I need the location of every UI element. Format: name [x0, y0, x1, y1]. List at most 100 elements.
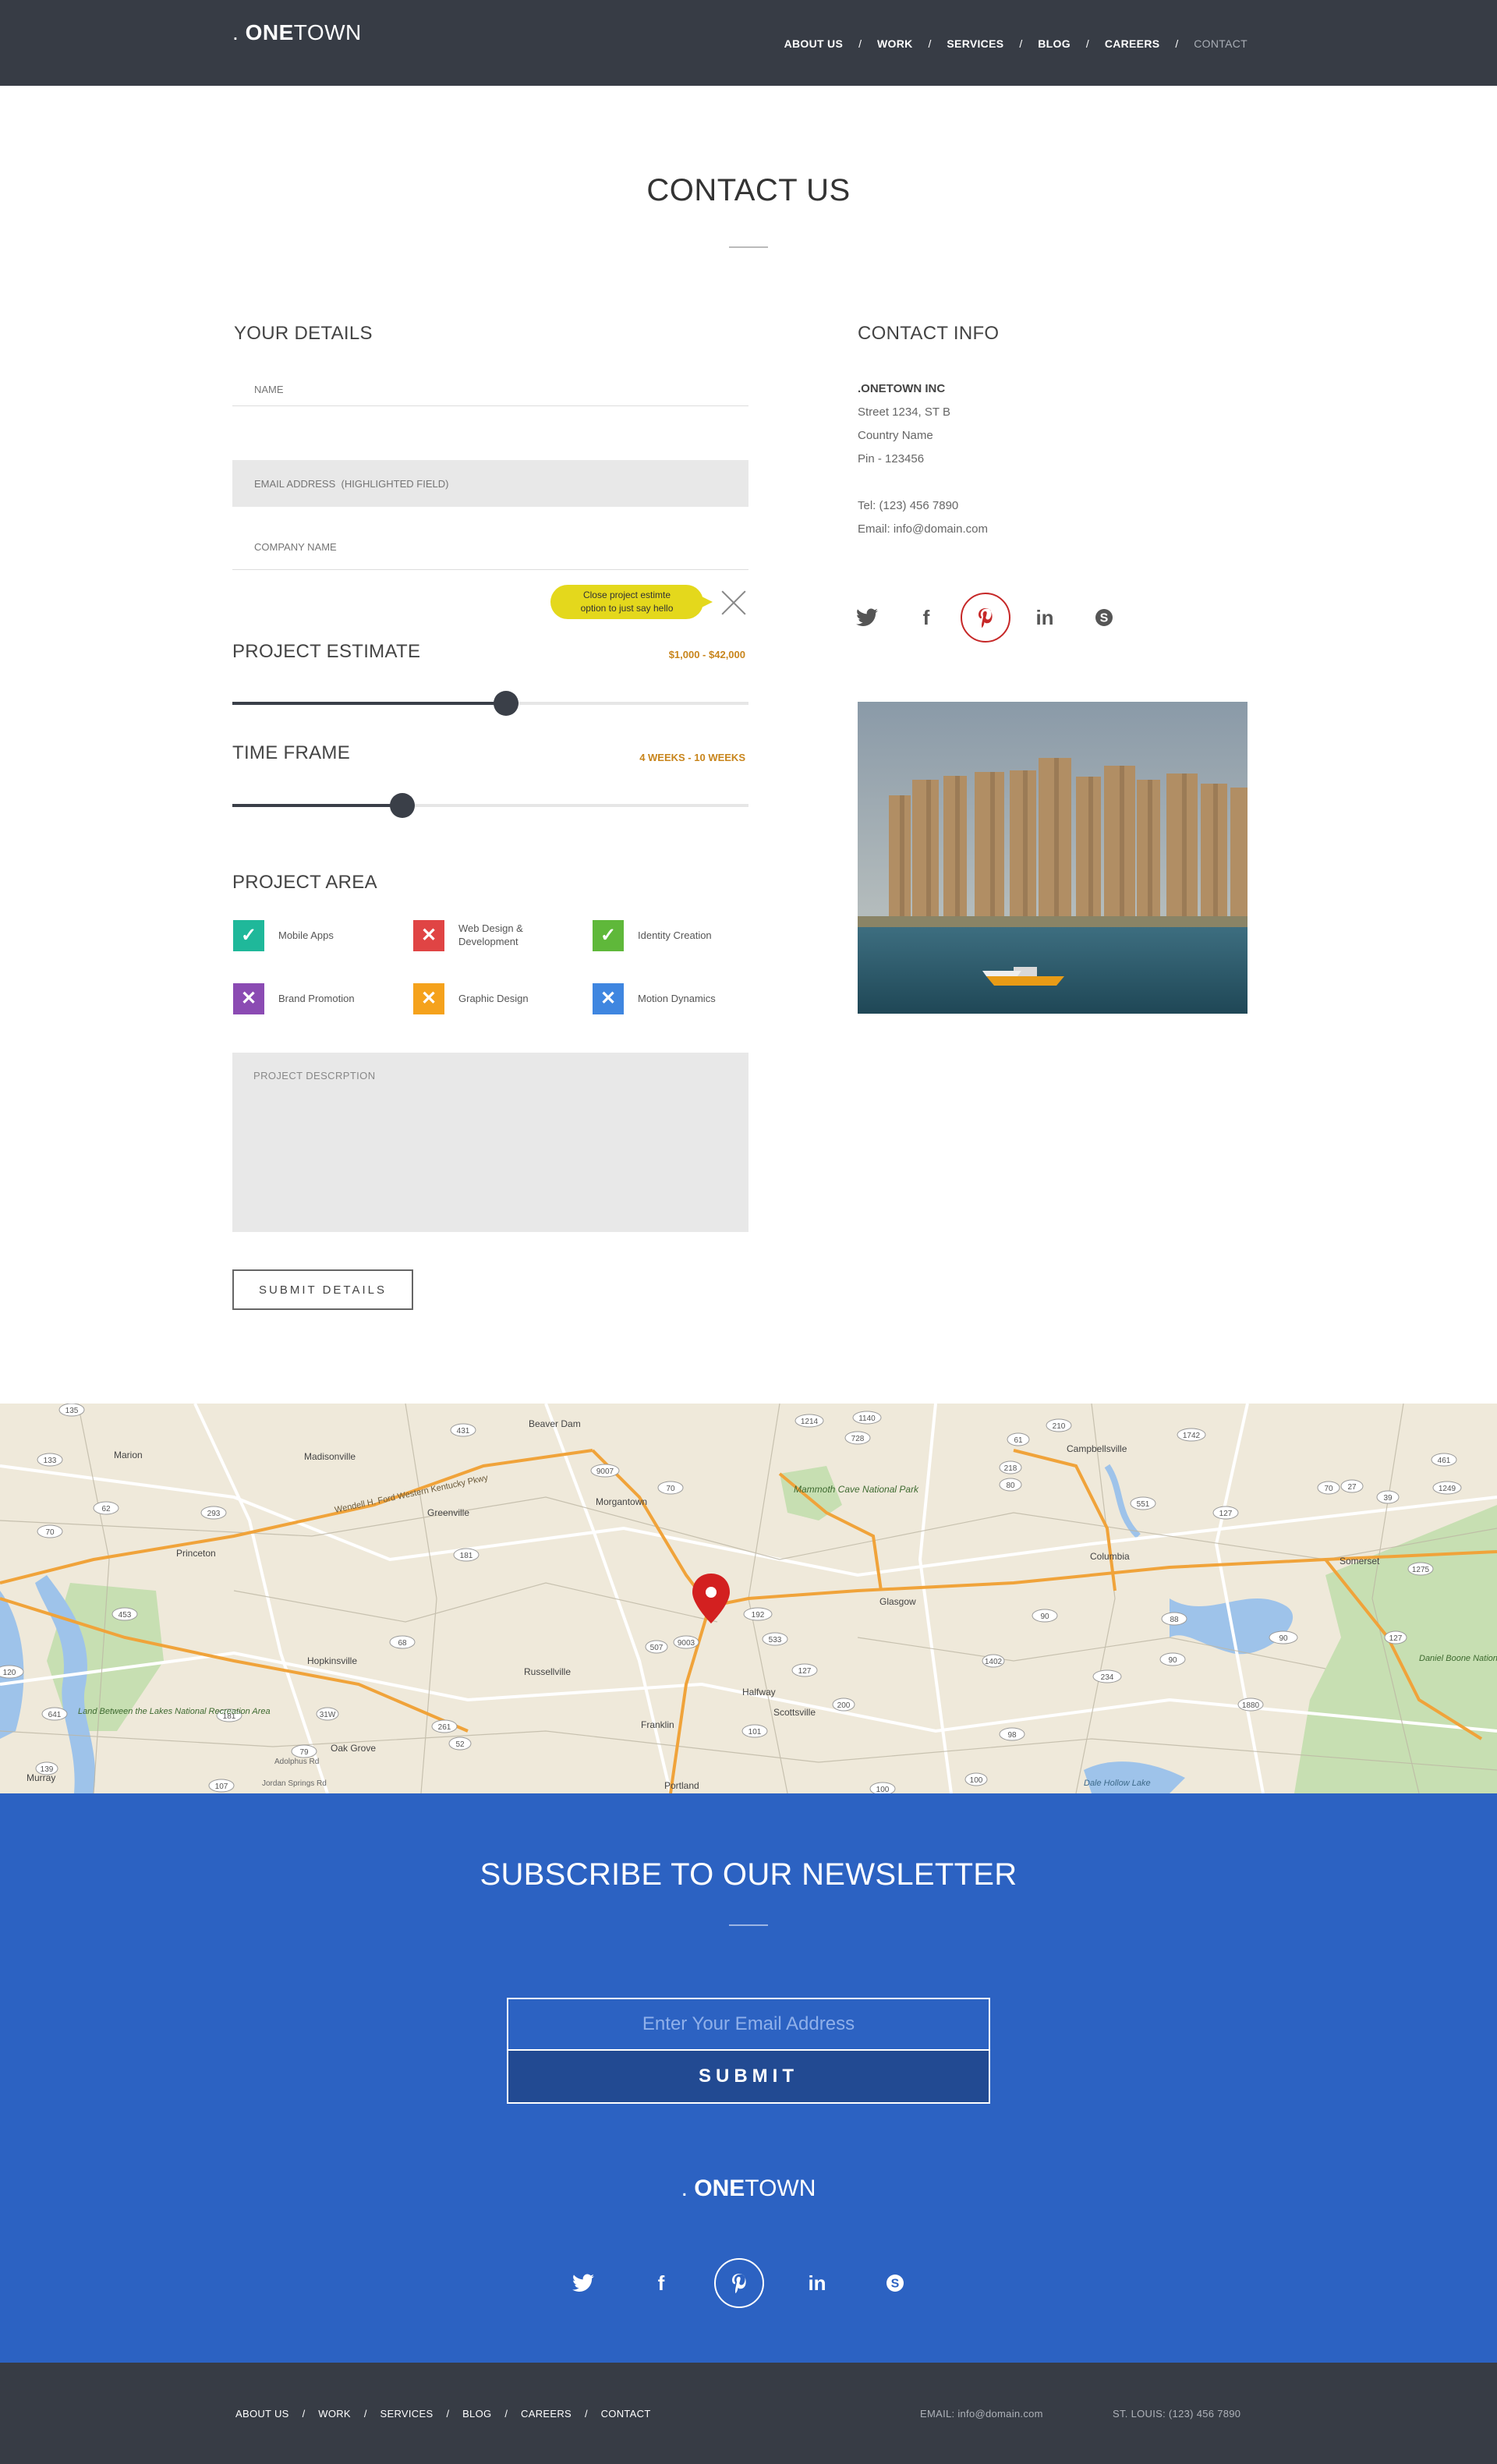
route-label: 90 — [1168, 1656, 1177, 1665]
estimate-slider-knob[interactable] — [493, 691, 518, 716]
tooltip-line-2: option to just say hello — [580, 603, 674, 614]
nav-contact[interactable]: CONTACT — [1194, 37, 1248, 50]
map-place-label: Portland — [664, 1780, 699, 1791]
map-place-label: Somerset — [1340, 1556, 1380, 1567]
footer-email[interactable]: EMAIL: info@domain.com — [920, 2408, 1043, 2420]
nav-work[interactable]: WORK — [877, 37, 913, 50]
footer-nav-work[interactable]: WORK — [318, 2408, 351, 2420]
map-place-label: Oak Grove — [331, 1743, 376, 1754]
company-field[interactable] — [232, 532, 748, 561]
logo-bold: ONE — [245, 20, 294, 44]
map-place-label: Glasgow — [879, 1596, 916, 1607]
name-underline — [232, 405, 748, 406]
pinterest-icon[interactable] — [714, 2258, 764, 2308]
route-label: 31W — [320, 1711, 336, 1719]
timeframe-slider[interactable] — [232, 793, 748, 818]
footer-nav-separator: / — [363, 2408, 367, 2420]
mobile-apps-checkbox[interactable]: ✓ — [233, 920, 264, 951]
nav-separator: / — [1085, 37, 1089, 50]
map-place-label: Dale Hollow Lake — [1084, 1779, 1151, 1788]
facebook-icon[interactable]: f — [901, 593, 951, 643]
route-label: 39 — [1383, 1494, 1393, 1503]
route-label: 62 — [101, 1505, 111, 1513]
nav-services[interactable]: SERVICES — [947, 37, 1003, 50]
route-label: 120 — [3, 1669, 16, 1677]
contact-social-links: f in S — [842, 593, 1138, 643]
pinterest-icon[interactable] — [961, 593, 1010, 643]
route-label: 90 — [1279, 1634, 1288, 1643]
nav-careers[interactable]: CAREERS — [1105, 37, 1160, 50]
linkedin-icon[interactable]: in — [1020, 593, 1070, 643]
motion-dynamics-checkbox[interactable]: ✕ — [593, 983, 624, 1014]
contact-details: Tel: (123) 456 7890 Email: info@domain.c… — [858, 494, 988, 541]
skype-icon[interactable]: S — [1079, 593, 1129, 643]
footer-nav: ABOUT US / WORK / SERVICES / BLOG / CARE… — [235, 2408, 651, 2420]
route-label: 234 — [1101, 1673, 1114, 1682]
street: Street 1234, ST B — [858, 405, 950, 419]
map-place-label: Russellville — [524, 1666, 571, 1677]
brand-promotion-label: Brand Promotion — [278, 993, 355, 1004]
route-label: 61 — [1014, 1436, 1023, 1445]
route-label: 68 — [398, 1639, 407, 1648]
location-map[interactable]: 135 133 70 453 641 62 293 431 181 9007 7… — [0, 1404, 1497, 1793]
site-footer: ABOUT US / WORK / SERVICES / BLOG / CARE… — [0, 2363, 1497, 2464]
email-field[interactable] — [232, 468, 748, 499]
nav-blog[interactable]: BLOG — [1038, 37, 1071, 50]
estimate-slider[interactable] — [232, 691, 748, 716]
newsletter-submit-button[interactable]: SUBMIT — [507, 2049, 990, 2104]
route-label: 135 — [65, 1407, 79, 1415]
newsletter-email-field[interactable] — [507, 1998, 990, 2049]
brand-promotion-checkbox[interactable]: ✕ — [233, 983, 264, 1014]
logo-light: TOWN — [293, 20, 362, 44]
route-label: 210 — [1053, 1422, 1066, 1431]
route-label: 461 — [1438, 1457, 1451, 1465]
cross-icon: ✕ — [420, 988, 437, 1009]
contact-address: .ONETOWN INC Street 1234, ST B Country N… — [858, 377, 950, 471]
footer-nav-contact[interactable]: CONTACT — [601, 2408, 651, 2420]
telephone[interactable]: Tel: (123) 456 7890 — [858, 494, 988, 518]
project-description-placeholder: PROJECT DESCRPTION — [253, 1070, 376, 1082]
check-icon: ✓ — [600, 925, 617, 946]
nav-separator: / — [858, 37, 862, 50]
map-place-label: Adolphus Rd — [274, 1758, 319, 1766]
twitter-icon[interactable] — [842, 593, 892, 643]
route-label: 88 — [1170, 1616, 1179, 1624]
email[interactable]: Email: info@domain.com — [858, 518, 988, 541]
route-label: 507 — [650, 1644, 664, 1652]
web-design-checkbox[interactable]: ✕ — [413, 920, 444, 951]
footer-nav-careers[interactable]: CAREERS — [521, 2408, 572, 2420]
identity-creation-checkbox[interactable]: ✓ — [593, 920, 624, 951]
route-label: 70 — [45, 1528, 55, 1537]
linkedin-icon[interactable]: in — [792, 2258, 842, 2308]
timeframe-slider-fill — [232, 804, 403, 807]
nav-about-us[interactable]: ABOUT US — [784, 37, 844, 50]
map-place-label: Hopkinsville — [307, 1655, 357, 1666]
cross-icon: ✕ — [600, 988, 617, 1009]
motion-dynamics-label: Motion Dynamics — [638, 993, 716, 1004]
skype-icon[interactable]: S — [870, 2258, 920, 2308]
twitter-icon[interactable] — [558, 2258, 608, 2308]
name-field[interactable] — [232, 374, 748, 404]
facebook-icon[interactable]: f — [636, 2258, 686, 2308]
footer-nav-services[interactable]: SERVICES — [380, 2408, 434, 2420]
page-title: CONTACT US — [646, 173, 851, 207]
close-icon[interactable] — [720, 589, 747, 616]
route-label: 101 — [748, 1728, 762, 1736]
close-estimate-tooltip: Close project estimte option to just say… — [550, 585, 713, 619]
footer-nav-blog[interactable]: BLOG — [462, 2408, 491, 2420]
logo[interactable]: . ONETOWN — [232, 20, 362, 45]
route-label: 9003 — [678, 1639, 695, 1648]
map-place-label: Columbia — [1090, 1551, 1130, 1562]
route-label: 90 — [1040, 1613, 1049, 1621]
timeframe-slider-knob[interactable] — [390, 793, 416, 818]
project-area-heading: PROJECT AREA — [232, 872, 377, 893]
footer-nav-about-us[interactable]: ABOUT US — [235, 2408, 289, 2420]
route-label: 1742 — [1183, 1432, 1201, 1440]
newsletter-section: SUBSCRIBE TO OUR NEWSLETTER SUBMIT . ONE… — [0, 1793, 1497, 2363]
submit-details-button[interactable]: SUBMIT DETAILS — [232, 1269, 413, 1310]
graphic-design-checkbox[interactable]: ✕ — [413, 983, 444, 1014]
map-place-label: Morgantown — [596, 1496, 647, 1507]
footer-logo[interactable]: . ONETOWN — [0, 2175, 1497, 2202]
nav-separator: / — [928, 37, 932, 50]
cross-icon: ✕ — [240, 988, 257, 1009]
